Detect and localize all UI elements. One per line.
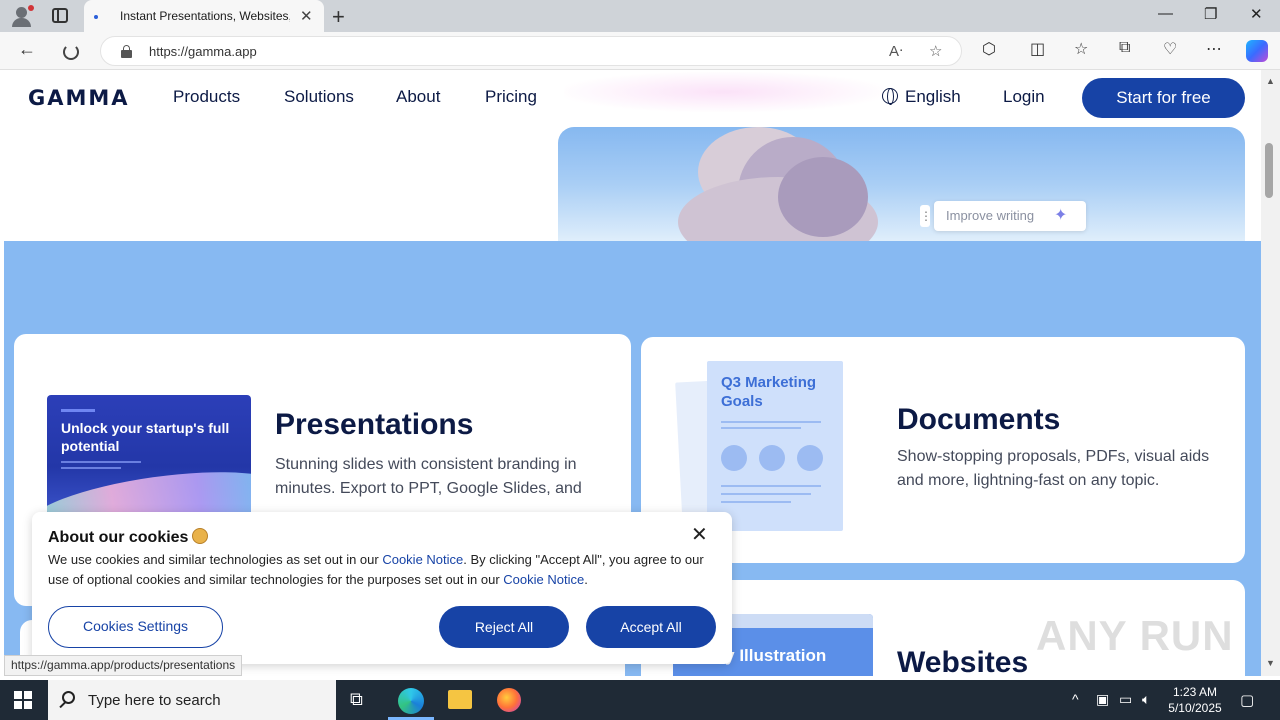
- tray-app-icon[interactable]: ▣: [1096, 691, 1109, 708]
- cookie-emoji-icon: [192, 528, 209, 544]
- notifications-icon[interactable]: ▢: [1240, 691, 1254, 709]
- settings-more-icon[interactable]: ⋯: [1206, 39, 1222, 59]
- close-tab-icon[interactable]: ✕: [300, 7, 313, 25]
- presentations-description: Stunning slides with consistent branding…: [275, 456, 582, 497]
- task-view-icon[interactable]: ⧉: [350, 689, 376, 713]
- cookies-settings-button[interactable]: Cookies Settings: [48, 606, 223, 648]
- documents-thumbnail-title: Q3 Marketing Goals: [721, 374, 817, 410]
- clock-date: 5/10/2025: [1168, 701, 1222, 715]
- globe-icon: [882, 88, 898, 105]
- network-icon[interactable]: ▭: [1119, 691, 1132, 708]
- cookie-notice-link[interactable]: Cookie Notice: [382, 552, 463, 567]
- close-cookie-banner-icon[interactable]: ✕: [691, 522, 708, 547]
- back-icon[interactable]: ←: [18, 39, 36, 60]
- nav-pricing[interactable]: Pricing: [485, 87, 537, 107]
- search-icon: [62, 691, 75, 704]
- login-link[interactable]: Login: [1003, 87, 1045, 107]
- scroll-up-icon[interactable]: ▲: [1266, 76, 1275, 86]
- language-label: English: [905, 87, 961, 106]
- close-window-icon[interactable]: ✕: [1250, 5, 1263, 23]
- lock-icon[interactable]: [121, 45, 132, 58]
- presentations-thumbnail-title: Unlock your startup's full potential: [61, 420, 230, 454]
- websites-title: Websites: [897, 646, 1029, 676]
- documents-title: Documents: [897, 403, 1061, 436]
- profile-icon[interactable]: [10, 5, 34, 27]
- system-clock[interactable]: 1:23 AM 5/10/2025: [1160, 684, 1230, 716]
- accept-all-button[interactable]: Accept All: [586, 606, 716, 648]
- browser-tab[interactable]: Instant Presentations, Websites, a ✕: [84, 0, 324, 32]
- tab-actions-icon[interactable]: [52, 8, 68, 23]
- anyrun-watermark: ANY RUN: [1036, 612, 1234, 659]
- favorite-star-icon[interactable]: ☆: [929, 42, 942, 60]
- browser-essentials-icon[interactable]: ♡: [1163, 39, 1177, 59]
- collections-icon[interactable]: ⧉: [1119, 39, 1130, 57]
- new-tab-icon[interactable]: +: [332, 4, 345, 30]
- loading-favicon-icon: [94, 15, 98, 19]
- nav-solutions[interactable]: Solutions: [284, 87, 354, 107]
- windows-taskbar: Type here to search ⧉ ^ ▣ ▭ 🔈︎ 1:23 AM 5…: [0, 680, 1280, 720]
- url-text[interactable]: https://gamma.app: [149, 44, 257, 59]
- scrollbar-thumb[interactable]: [1265, 143, 1273, 198]
- gamma-logo[interactable]: GAMMA: [28, 86, 130, 110]
- cookie-banner-text: We use cookies and similar technologies …: [48, 552, 704, 587]
- clock-time: 1:23 AM: [1172, 685, 1218, 699]
- presentations-thumbnail: Unlock your startup's full potential: [47, 395, 251, 515]
- cookie-banner: About our cookies ✕ We use cookies and s…: [32, 512, 732, 664]
- address-bar[interactable]: https://gamma.app Aᐧ ☆: [100, 36, 962, 66]
- page-scrollbar[interactable]: ▲ ▼: [1261, 70, 1280, 676]
- link-status-bar: https://gamma.app/products/presentations: [4, 655, 243, 676]
- firefox-icon[interactable]: [497, 688, 521, 712]
- improve-writing-chip: ⋮ Improve writing ✦: [920, 201, 1086, 231]
- file-explorer-icon[interactable]: [448, 690, 472, 709]
- presentations-title: Presentations: [275, 408, 474, 441]
- cookie-notice-link-2[interactable]: Cookie Notice: [503, 572, 584, 587]
- browser-tab-bar: Instant Presentations, Websites, a ✕ + —…: [0, 0, 1280, 32]
- site-header: ⋮ Improve writing ✦ GAMMA Products Solut…: [4, 70, 1261, 241]
- loading-stop-icon[interactable]: [63, 44, 79, 60]
- hero-image: ⋮ Improve writing ✦: [558, 127, 1245, 241]
- favorites-icon[interactable]: ☆: [1074, 39, 1088, 59]
- restore-icon[interactable]: ❐: [1204, 5, 1217, 23]
- nav-products[interactable]: Products: [173, 87, 240, 107]
- documents-description: Show-stopping proposals, PDFs, visual ai…: [897, 448, 1210, 489]
- volume-icon[interactable]: 🔈︎: [1142, 691, 1150, 708]
- nav-about[interactable]: About: [396, 87, 440, 107]
- sparkle-icon: ✦: [1054, 207, 1068, 224]
- extensions-icon[interactable]: ⬡: [982, 39, 996, 59]
- tray-chevron-icon[interactable]: ^: [1072, 691, 1079, 707]
- decorative-glow: [564, 72, 884, 112]
- start-for-free-button[interactable]: Start for free: [1082, 78, 1245, 118]
- scroll-down-icon[interactable]: ▼: [1266, 658, 1275, 668]
- edge-taskbar-icon[interactable]: [398, 688, 424, 714]
- taskbar-search[interactable]: Type here to search: [48, 680, 336, 720]
- cookie-banner-title: About our cookies: [48, 528, 209, 547]
- minimize-icon[interactable]: —: [1158, 5, 1173, 22]
- split-screen-icon[interactable]: ◫: [1030, 39, 1045, 59]
- language-selector[interactable]: English: [882, 87, 961, 107]
- reject-all-button[interactable]: Reject All: [439, 606, 569, 648]
- taskbar-search-placeholder: Type here to search: [88, 692, 221, 709]
- copilot-icon[interactable]: [1246, 40, 1268, 62]
- documents-thumbnail: Q3 Marketing Goals: [707, 361, 843, 531]
- tab-title: Instant Presentations, Websites, a: [120, 9, 290, 23]
- drag-handle-icon: ⋮: [920, 205, 932, 227]
- read-aloud-icon[interactable]: Aᐧ: [889, 42, 903, 60]
- improve-writing-label: Improve writing: [946, 208, 1035, 223]
- windows-start-icon[interactable]: [14, 691, 32, 709]
